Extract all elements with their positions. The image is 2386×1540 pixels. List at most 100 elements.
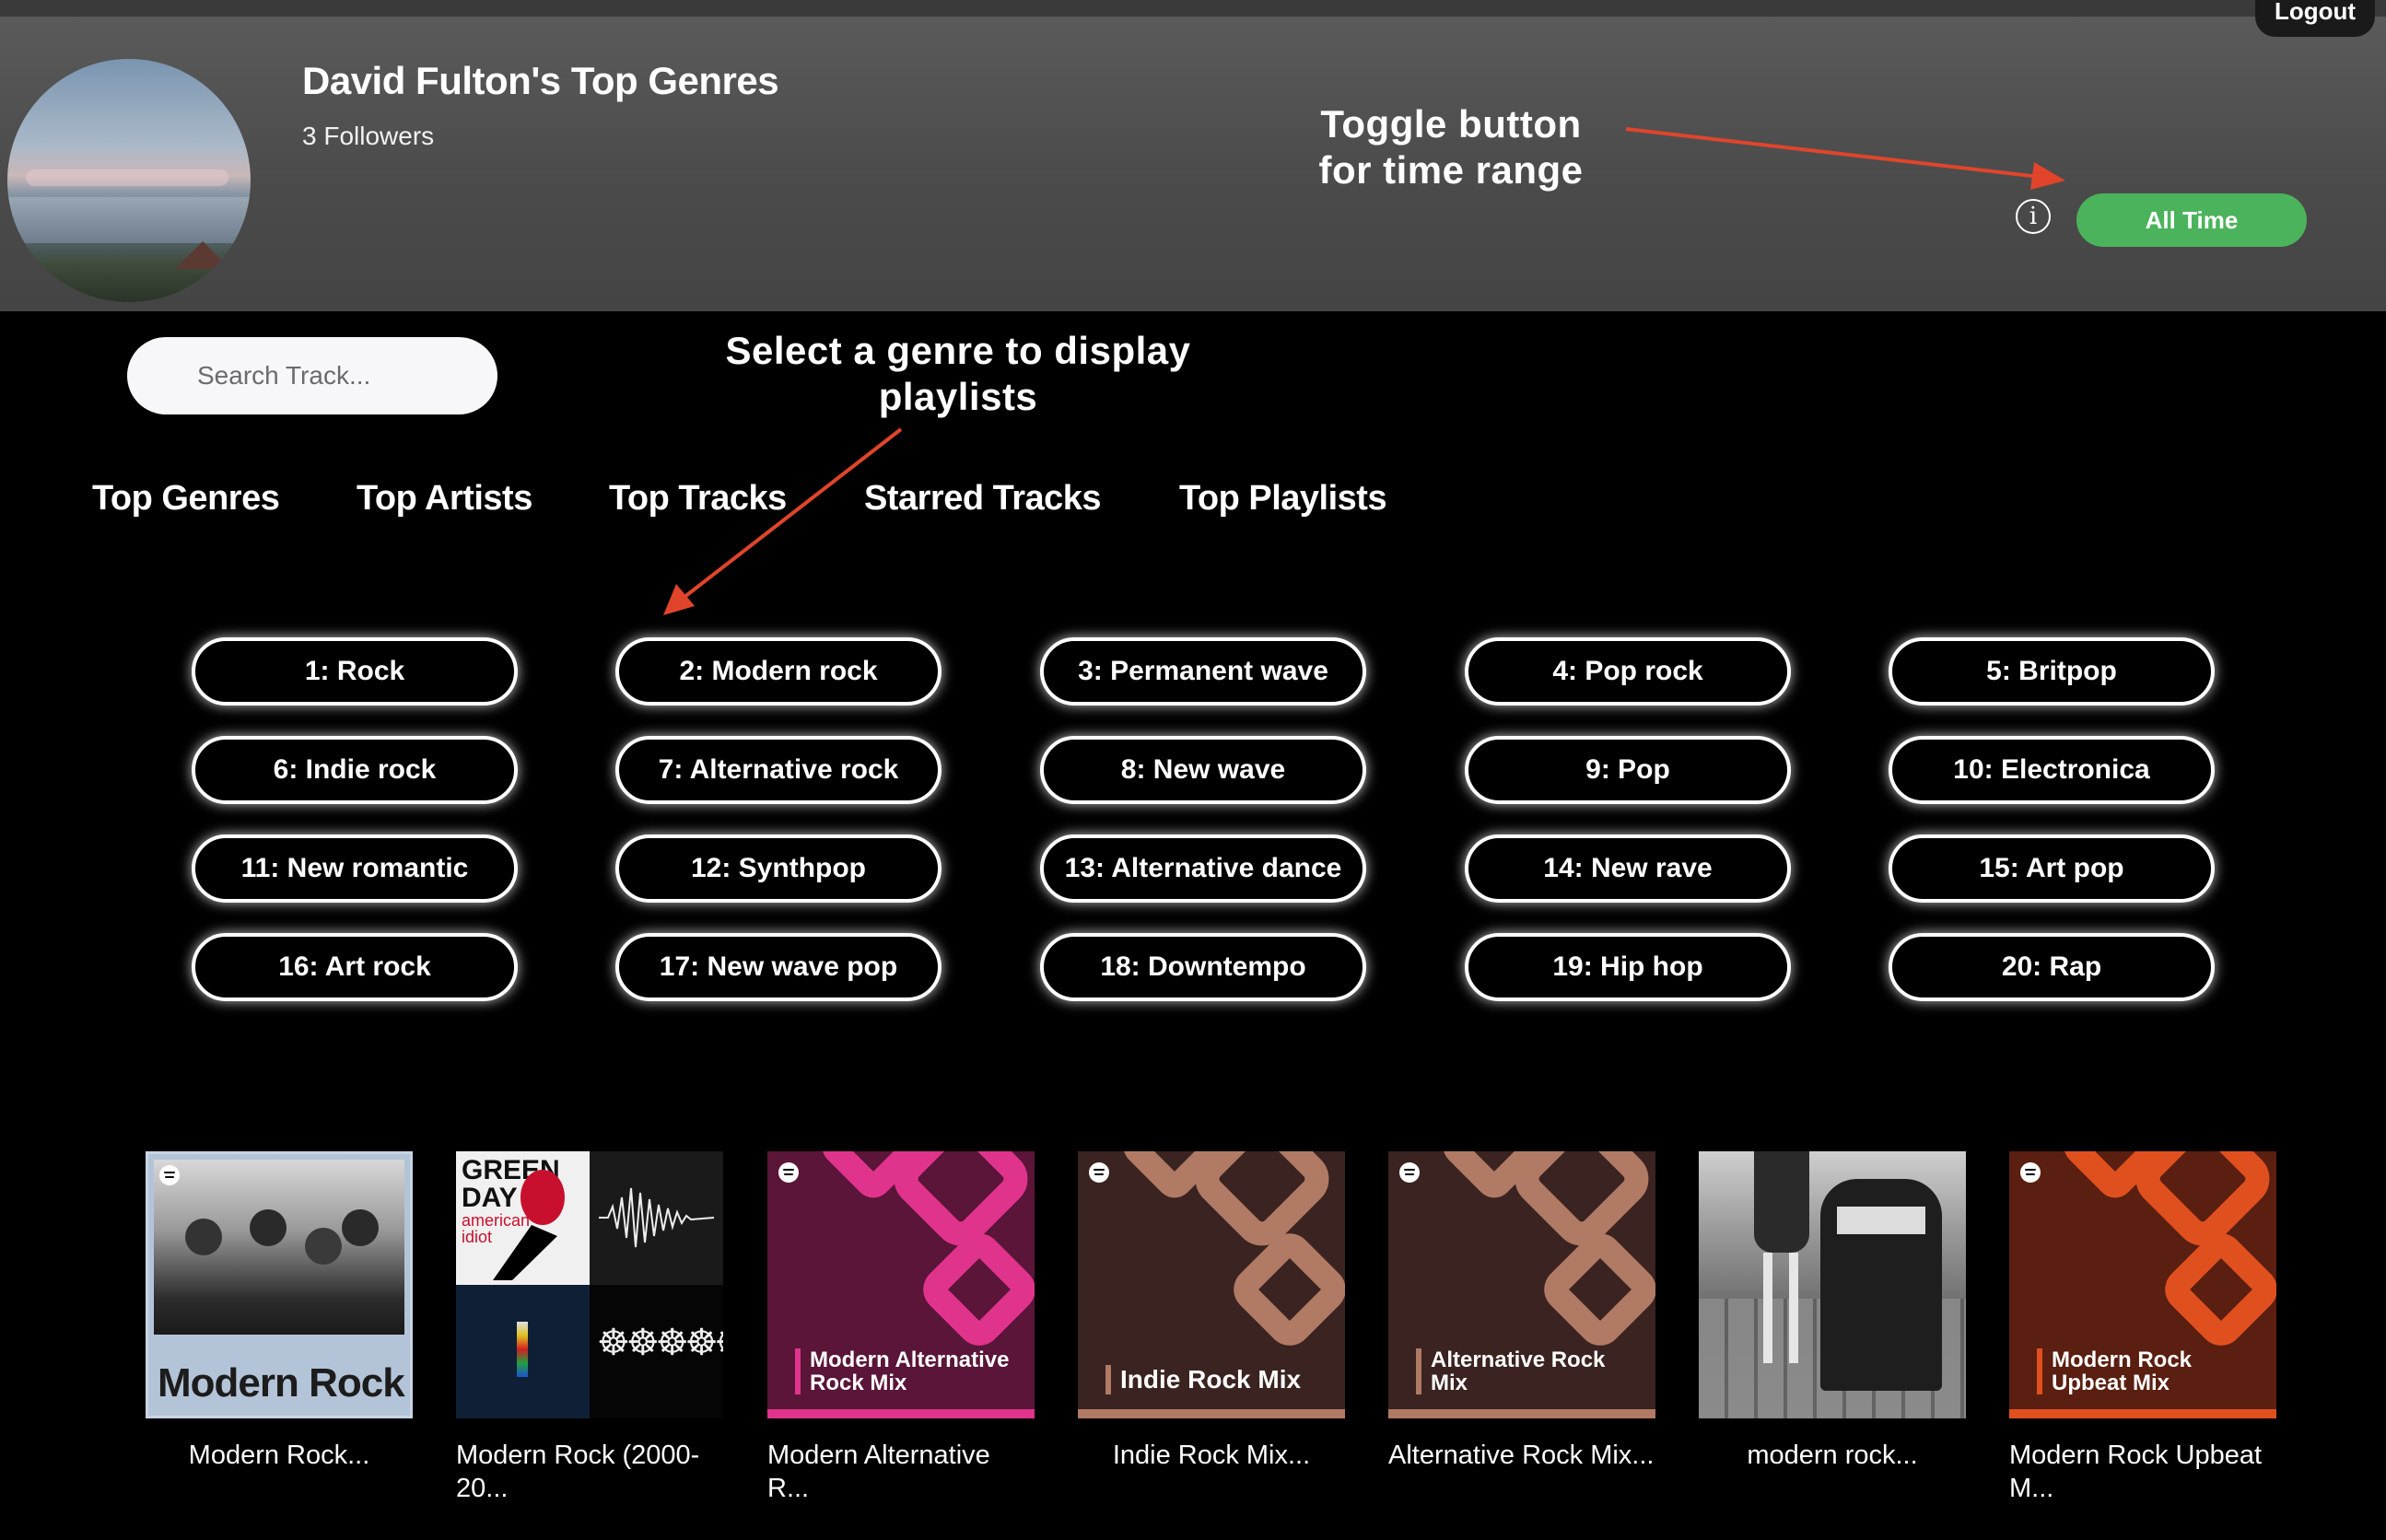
genre-button-17[interactable]: 17: New wave pop [615,933,942,1001]
cover-accent-bar [767,1409,1035,1418]
time-range-toggle-button[interactable]: All Time [2076,193,2307,247]
playlist-label-7[interactable]: Modern Rock Upbeat M... [2009,1439,2276,1505]
album-tile-waveform [590,1151,723,1285]
annotation-toggle-line2: for time range [1318,148,1584,192]
annotation-select-line2: playlists [878,375,1038,418]
genre-button-13[interactable]: 13: Alternative dance [1040,834,1366,903]
playlist-label-6[interactable]: modern rock... [1699,1439,1966,1472]
cover-title: Alternative Rock Mix [1416,1348,1605,1394]
genre-button-18[interactable]: 18: Downtempo [1040,933,1366,1001]
playlist-cover-6[interactable] [1699,1151,1966,1418]
cover-title-line1: Indie Rock Mix [1120,1365,1302,1394]
cover-accent-bar [2009,1409,2276,1418]
avatar-sea [7,197,251,243]
cover-title-line1: Alternative Rock [1431,1348,1606,1372]
color-blocks-icon [517,1322,528,1377]
tab-top-genres[interactable]: Top Genres [92,479,280,519]
playlist-label-4[interactable]: Indie Rock Mix... [1078,1439,1345,1472]
genre-button-12[interactable]: 12: Synthpop [615,834,942,903]
cover-accent-bar [1388,1409,1655,1418]
genre-button-16[interactable]: 16: Art rock [192,933,518,1001]
cover-accent-bar [1078,1409,1345,1418]
playlist-cover-5[interactable]: Alternative Rock Mix [1388,1151,1655,1418]
photo-bin-sign [1837,1207,1925,1234]
waveform-icon [599,1187,715,1248]
playlist-cover-2[interactable]: GREEN DAY american idiot ☸☸☸☸☸ [456,1151,723,1418]
genre-button-9[interactable]: 9: Pop [1465,736,1791,804]
genre-button-14[interactable]: 14: New rave [1465,834,1791,903]
cover-title: Modern Alternative Rock Mix [795,1348,1009,1394]
followers-count: 3 Followers [302,122,435,150]
cover-title: Indie Rock Mix [1105,1365,1301,1394]
band-photo-figure [185,1219,222,1255]
grenade-icon [520,1170,565,1225]
genre-button-19[interactable]: 19: Hip hop [1465,933,1791,1001]
genre-button-20[interactable]: 20: Rap [1889,933,2215,1001]
decor-shape [1224,1224,1345,1355]
annotation-toggle-line1: Toggle button [1320,102,1582,146]
avatar [7,59,251,302]
cover-title-line2: Mix [1431,1371,1468,1395]
playlist-label-2[interactable]: Modern Rock (2000-20... [456,1439,723,1505]
logout-button[interactable]: Logout [2255,0,2375,37]
band-photo-figure [305,1228,342,1265]
cover-title-line1: Modern Alternative [810,1348,1010,1372]
annotation-select-line1: Select a genre to display [725,329,1191,372]
decor-shape [914,1224,1035,1355]
avatar-house [175,241,230,269]
cover-title-line2: Rock Mix [810,1371,907,1395]
avatar-cloud [26,169,228,186]
decor-shape [1535,1224,1655,1355]
genre-button-6[interactable]: 6: Indie rock [192,736,518,804]
album-tile-figures: ☸☸☸☸☸ [590,1285,723,1418]
page-title: David Fulton's Top Genres [302,59,779,102]
spotify-icon [778,1162,799,1183]
tab-top-artists[interactable]: Top Artists [357,479,532,519]
info-icon[interactable]: i [2016,199,2051,234]
search-input[interactable] [127,337,497,414]
annotation-select-genre: Select a genre to display playlists [682,328,1234,420]
profile-header: David Fulton's Top Genres 3 Followers i … [0,17,2386,311]
genre-button-5[interactable]: 5: Britpop [1889,637,2215,706]
genre-button-4[interactable]: 4: Pop rock [1465,637,1791,706]
spotify-icon [159,1165,180,1185]
playlist-cover-3[interactable]: Modern Alternative Rock Mix [767,1151,1035,1418]
album-tile-coldplay [456,1285,590,1418]
cover-title: Modern Rock [158,1360,405,1406]
photo-person [1754,1151,1809,1253]
photo-person-leg [1763,1253,1772,1363]
playlist-cover-1[interactable]: Modern Rock [146,1151,413,1418]
genre-arrow-head [663,584,695,615]
genre-button-7[interactable]: 7: Alternative rock [615,736,942,804]
playlist-label-3[interactable]: Modern Alternative R... [767,1439,1035,1505]
album-tile-green-day: GREEN DAY american idiot [456,1151,590,1285]
cover-title-line1: Modern Rock [2052,1348,2193,1372]
genre-button-8[interactable]: 8: New wave [1040,736,1366,804]
spotify-icon [2020,1162,2041,1183]
album-subtext: american idiot [462,1212,530,1245]
album-text-american: american [462,1211,531,1230]
spotify-icon [1089,1162,1109,1183]
genre-button-10[interactable]: 10: Electronica [1889,736,2215,804]
band-photo-figure [250,1209,287,1246]
playlist-cover-4[interactable]: Indie Rock Mix [1078,1151,1345,1418]
genre-button-3[interactable]: 3: Permanent wave [1040,637,1366,706]
playlist-cover-7[interactable]: Modern Rock Upbeat Mix [2009,1151,2276,1418]
top-strip [0,0,2386,17]
tab-top-playlists[interactable]: Top Playlists [1179,479,1387,519]
annotation-toggle: Toggle button for time range [1290,101,1612,193]
playlist-label-1[interactable]: Modern Rock... [146,1439,413,1472]
decor-shape [2156,1224,2276,1355]
playlist-label-5[interactable]: Alternative Rock Mix... [1388,1439,1655,1472]
band-photo-figure [342,1209,379,1246]
cover-title: Modern Rock Upbeat Mix [2037,1348,2192,1394]
spotify-icon [1399,1162,1420,1183]
genre-button-15[interactable]: 15: Art pop [1889,834,2215,903]
figures-icon: ☸☸☸☸☸ [597,1323,723,1363]
tab-starred-tracks[interactable]: Starred Tracks [864,479,1102,519]
photo-person-leg [1789,1253,1798,1363]
tab-top-tracks[interactable]: Top Tracks [609,479,787,519]
genre-button-1[interactable]: 1: Rock [192,637,518,706]
genre-button-11[interactable]: 11: New romantic [192,834,518,903]
genre-button-2[interactable]: 2: Modern rock [615,637,942,706]
